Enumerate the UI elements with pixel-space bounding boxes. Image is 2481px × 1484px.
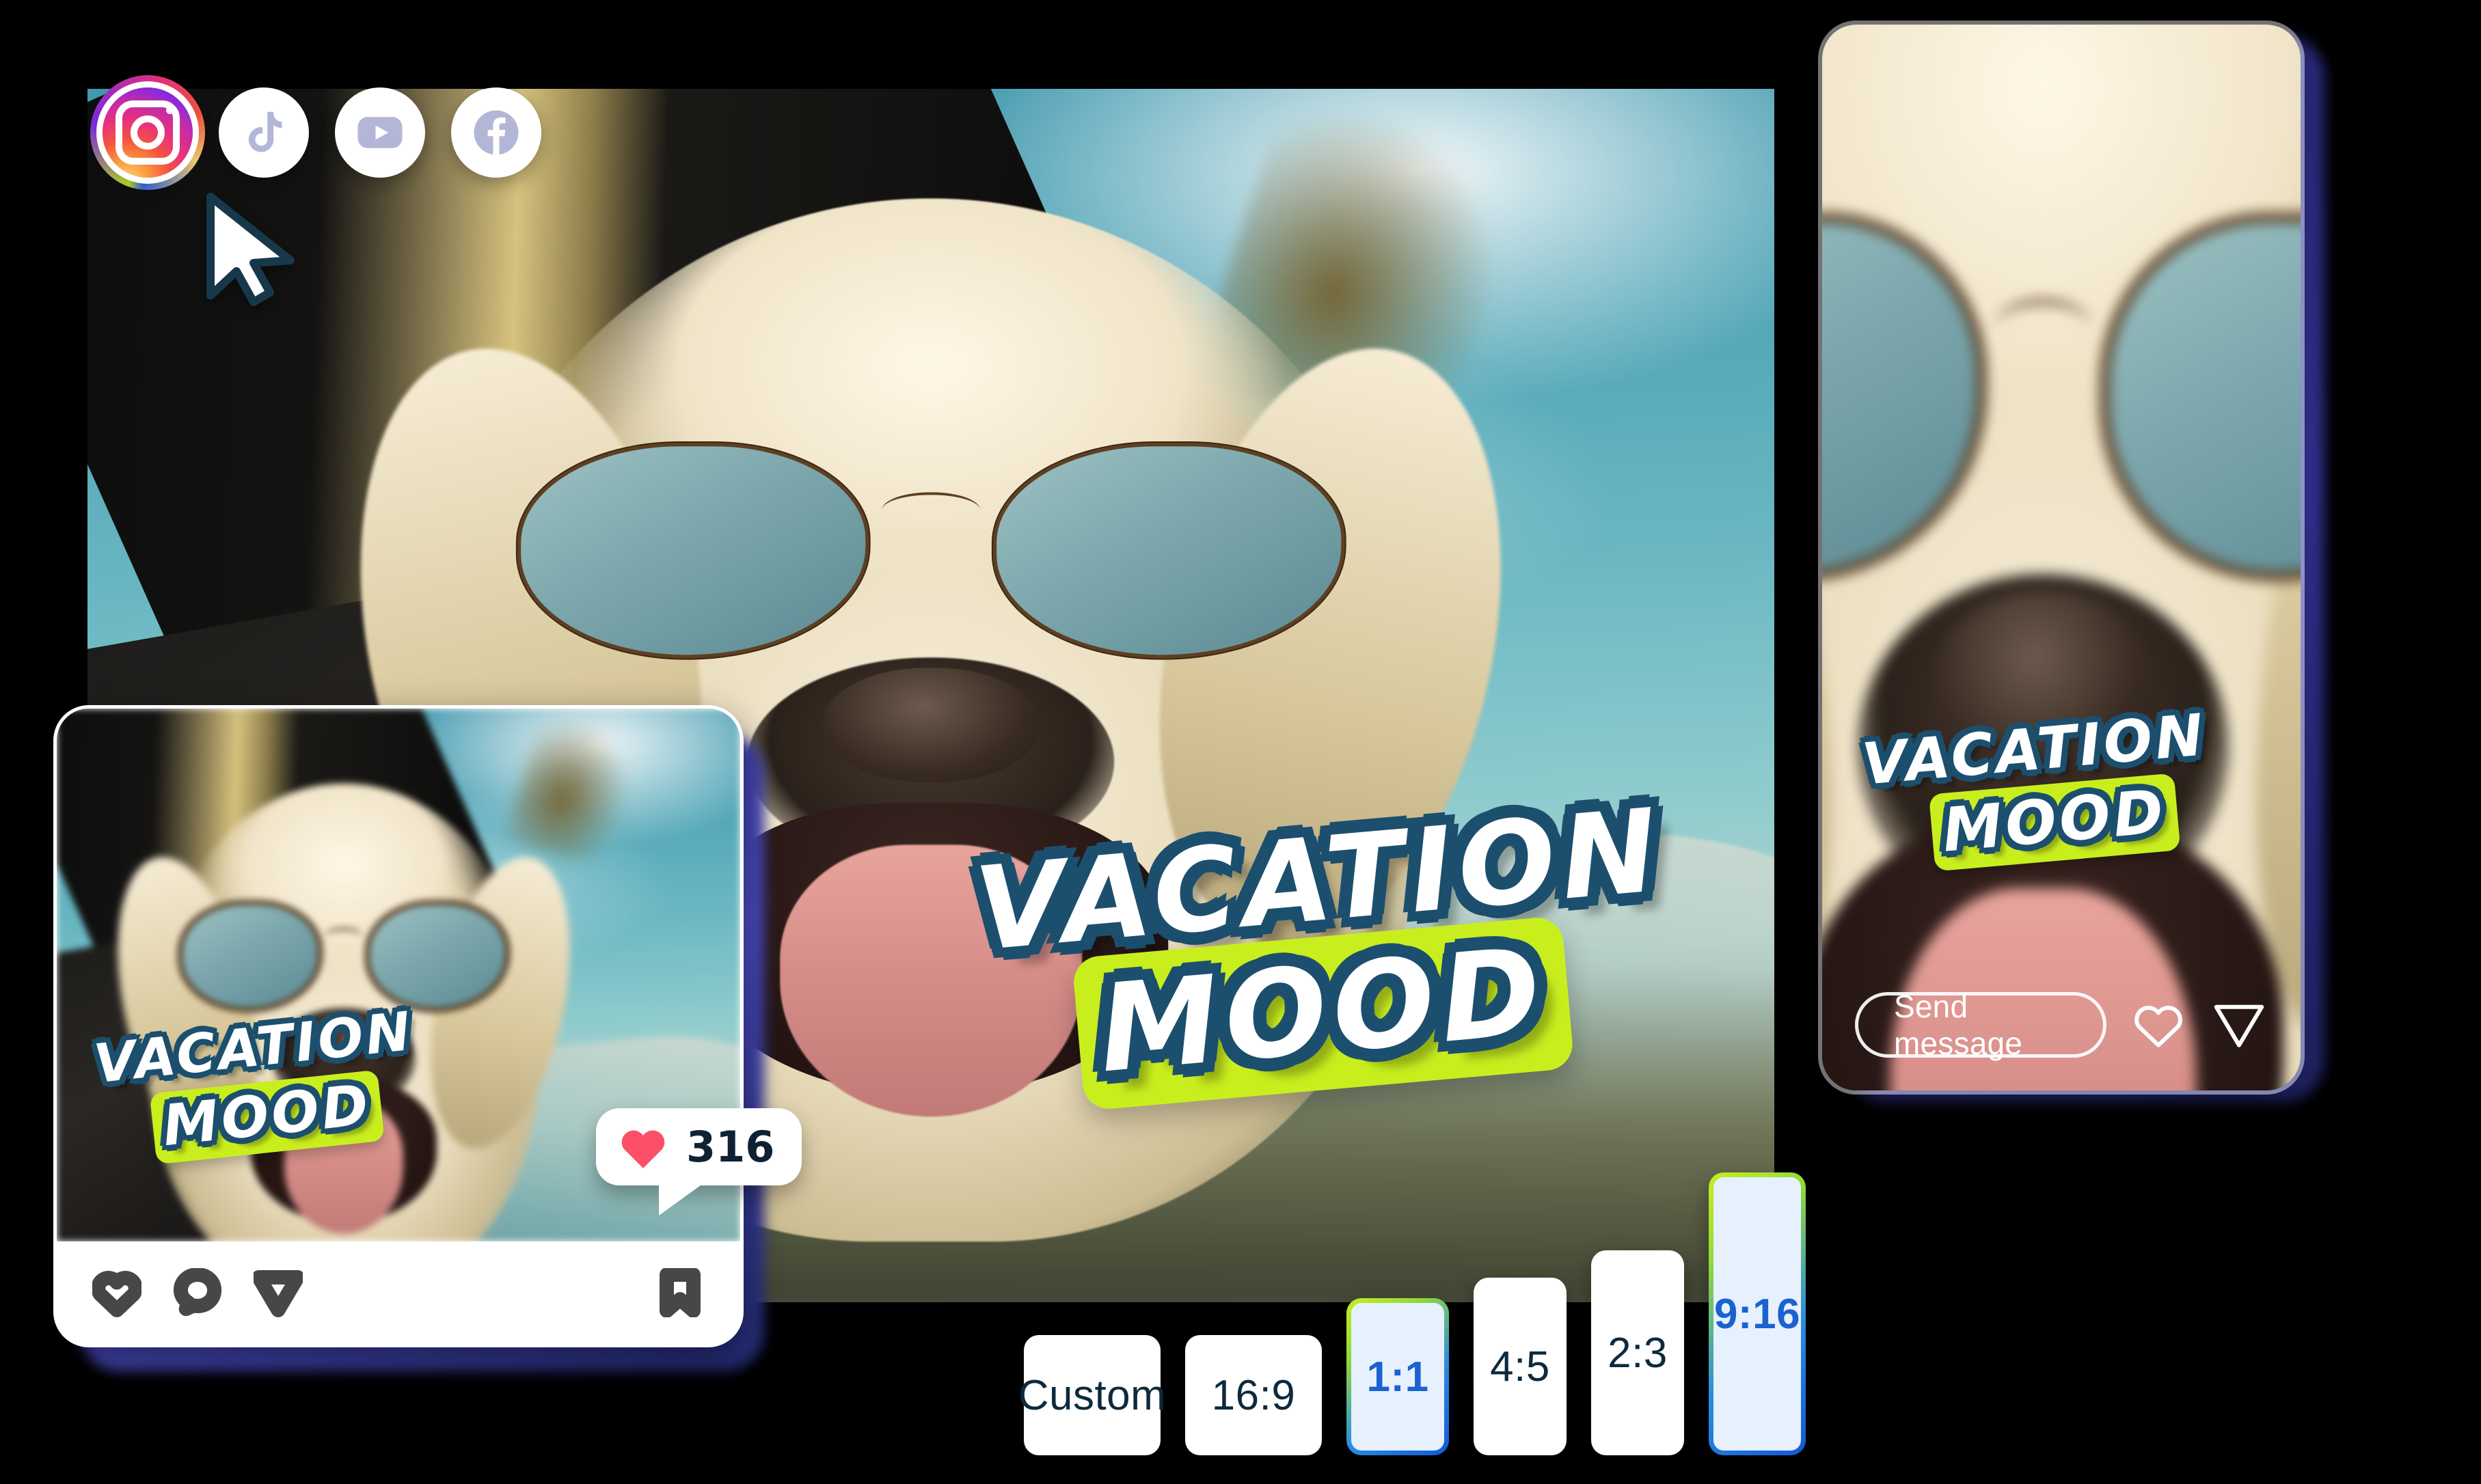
social-button-youtube[interactable]	[335, 87, 425, 178]
send-icon[interactable]	[2210, 996, 2268, 1054]
like-count-label: 316	[686, 1122, 775, 1172]
post-preview-card[interactable]: VACATION MOOD	[53, 705, 744, 1347]
ratio-option-4-5[interactable]: 4:5	[1474, 1278, 1567, 1455]
ratio-label: 2:3	[1608, 1329, 1668, 1377]
mouse-pointer-icon	[206, 193, 295, 306]
social-button-facebook[interactable]	[451, 87, 541, 178]
ratio-label: 1:1	[1366, 1353, 1429, 1401]
ratio-label: 9:16	[1713, 1290, 1801, 1338]
like-count-badge: 316	[596, 1108, 802, 1215]
social-button-tiktok[interactable]	[219, 87, 309, 178]
ratio-label: 4:5	[1490, 1343, 1550, 1390]
ratio-option-custom[interactable]: Custom	[1018, 1335, 1166, 1455]
ratio-label: Custom	[1018, 1371, 1167, 1419]
send-message-placeholder: Send message	[1894, 989, 2023, 1061]
ratio-option-1-1[interactable]: 1:1	[1346, 1298, 1449, 1455]
canvas-stage: VACATION MOOD VACATION MOOD Send message…	[0, 0, 2481, 1484]
social-button-instagram[interactable]	[90, 75, 205, 190]
ratio-label: 16:9	[1211, 1371, 1296, 1419]
aspect-ratio-bar: Custom 16:9 1:1 4:5 2:3 9:16	[1018, 1155, 1806, 1455]
heart-icon[interactable]	[2130, 996, 2187, 1054]
instagram-icon	[116, 100, 180, 165]
ratio-option-9-16[interactable]: 9:16	[1709, 1172, 1806, 1455]
heart-filled-icon	[621, 1130, 665, 1168]
send-icon[interactable]	[254, 1268, 303, 1317]
social-platform-bar	[90, 75, 541, 190]
heart-icon[interactable]	[92, 1268, 141, 1317]
comment-icon[interactable]	[173, 1268, 222, 1317]
tiktok-icon	[248, 111, 282, 152]
story-action-bar: Send message	[1822, 984, 2301, 1066]
story-photo	[1822, 25, 2301, 1090]
ratio-option-16-9[interactable]: 16:9	[1185, 1335, 1322, 1455]
bookmark-icon[interactable]	[655, 1268, 705, 1317]
post-action-bar	[57, 1241, 740, 1344]
facebook-icon	[474, 110, 519, 155]
youtube-icon	[357, 117, 403, 148]
story-preview-card[interactable]: VACATION MOOD Send message	[1818, 20, 2305, 1095]
ratio-option-2-3[interactable]: 2:3	[1591, 1250, 1684, 1455]
send-message-input[interactable]: Send message	[1855, 989, 2106, 1061]
